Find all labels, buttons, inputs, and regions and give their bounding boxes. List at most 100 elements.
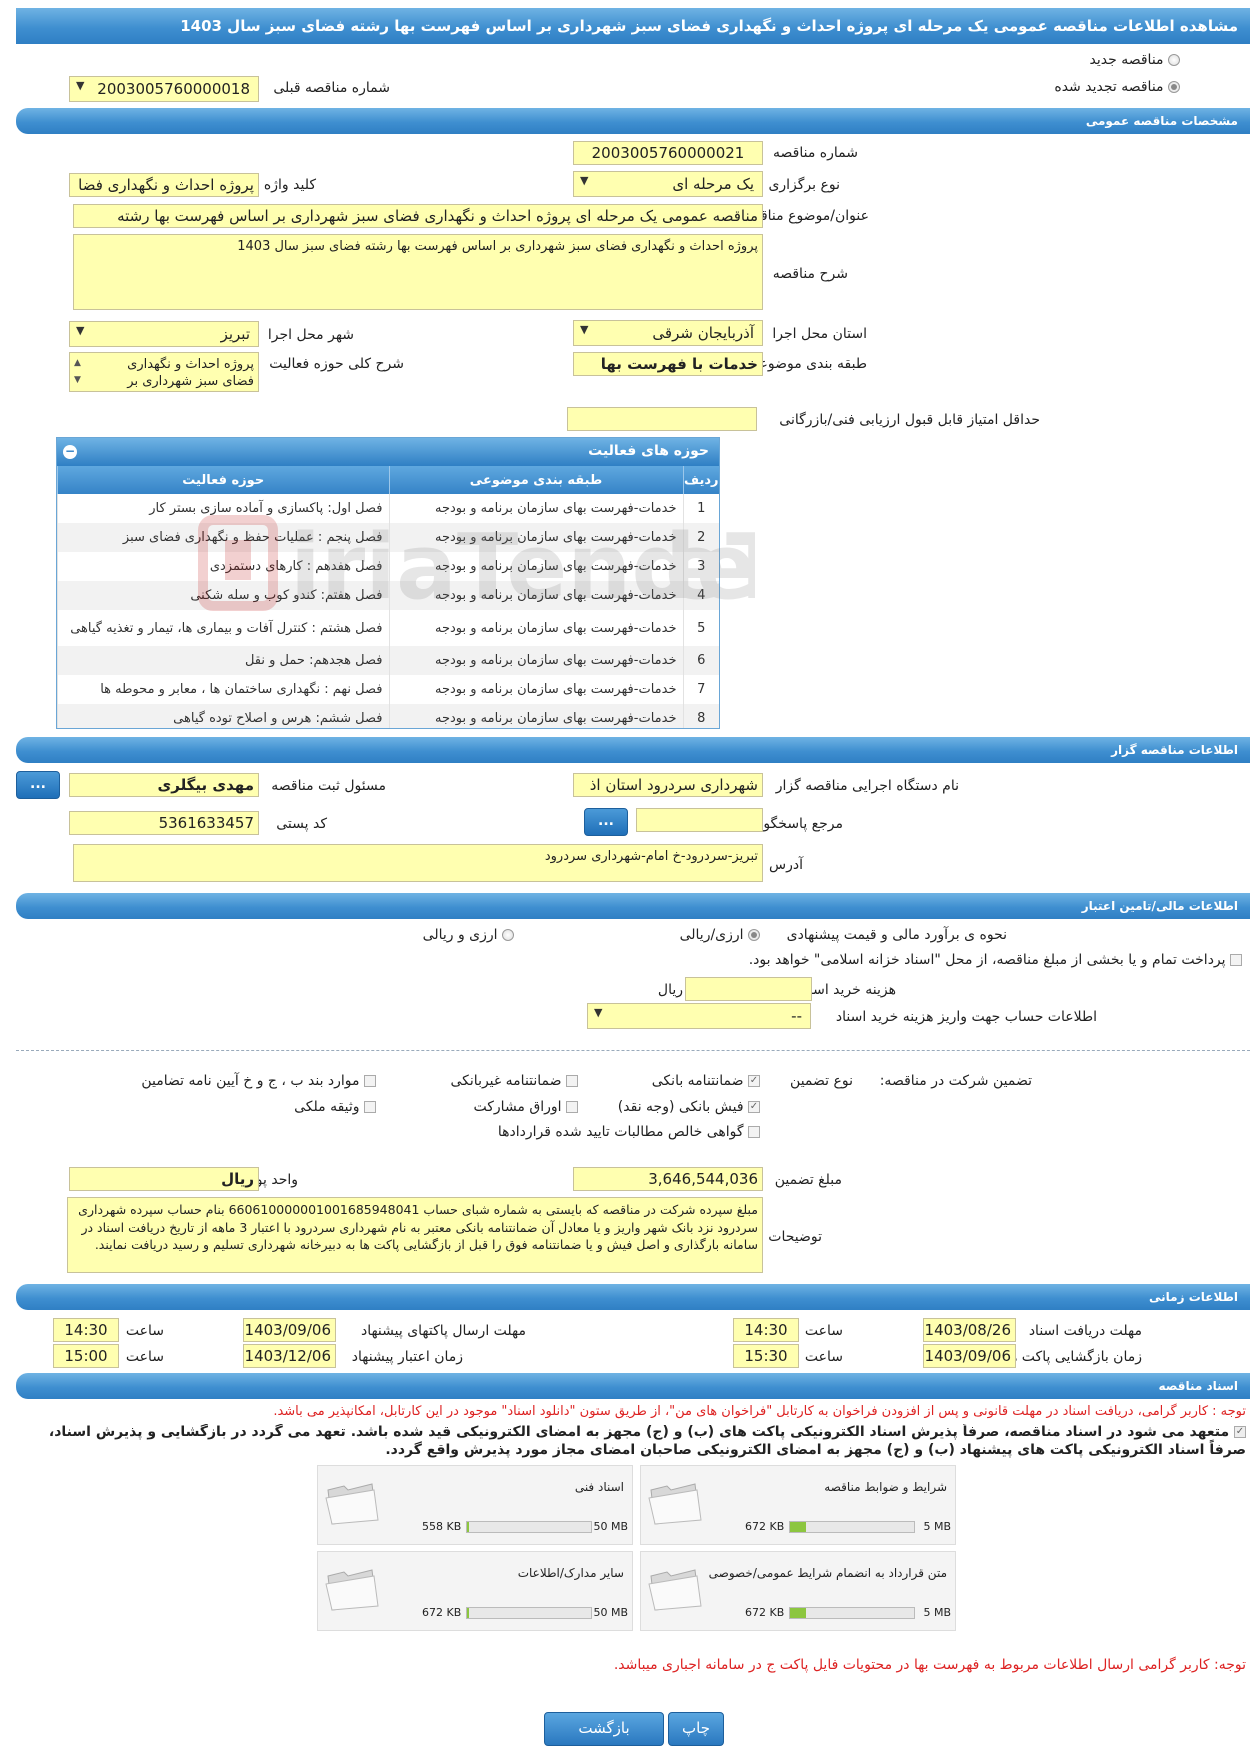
guarantee-bonds-checkbox[interactable] (566, 1101, 578, 1113)
section-timing: اطلاعات زمانی (16, 1284, 1250, 1310)
document-size-fill (790, 1522, 807, 1532)
guarantee-property: وثیقه ملکی (294, 1099, 376, 1115)
renewed-tender-radio[interactable] (1168, 81, 1180, 93)
price-list-note: توجه: کاربر گرامی ارسال اطلاعات مربوط به… (613, 1657, 1246, 1673)
activity-desc-label: شرح کلی حوزه فعالیت (269, 356, 404, 372)
chevron-down-icon: ▼ (76, 324, 85, 337)
estimate-radio-1[interactable] (748, 929, 760, 941)
description-label: شرح مناقصه (772, 266, 848, 282)
estimate-option-2-label: ارزی و ریالی (422, 927, 498, 943)
document-name: شرایط و ضوابط مناقصه (824, 1480, 947, 1494)
document-card[interactable]: سایر مدارک/اطلاعات 672 KB 50 MB (317, 1551, 633, 1631)
row-number: 6 (682, 646, 719, 675)
back-button[interactable]: بازگشت (544, 1712, 664, 1746)
print-button[interactable]: چاپ (668, 1712, 724, 1746)
address-field[interactable]: تبریز-سردرود-خ امام-شهرداری سردرود (73, 844, 763, 882)
org-field: شهرداری سردرود استان اذ (573, 773, 763, 797)
section-financial: اطلاعات مالی/تامین اعتبار (16, 893, 1250, 919)
account-select[interactable]: ▼ -- (587, 1003, 811, 1029)
document-card[interactable]: شرایط و ضوابط مناقصه 672 KB 5 MB (640, 1465, 956, 1545)
guarantee-cash-checkbox[interactable]: ✓ (748, 1101, 760, 1113)
col-row-number: ردیف (682, 466, 719, 494)
org-label: نام دستگاه اجرایی مناقصه گزار (775, 778, 959, 794)
estimate-option-1-label: ارزی/ریالی (679, 927, 744, 943)
scroll-arrows-icon[interactable]: ▲ ▼ (74, 355, 81, 389)
doc-cost-label: هزینه خرید اسناد (798, 982, 896, 998)
open-time: 15:30 (733, 1344, 799, 1368)
min-score-field[interactable] (567, 407, 757, 431)
renewed-tender-option[interactable]: مناقصه تجدید شده (1054, 79, 1180, 95)
holding-type-select[interactable]: ▼ یک مرحله ای (573, 171, 763, 197)
document-max-size: 5 MB (923, 1606, 951, 1619)
valid-date: 1403/12/06 (243, 1344, 336, 1368)
receive-time: 14:30 (733, 1318, 799, 1342)
receive-time-label: ساعت (804, 1323, 843, 1339)
open-label: زمان بازگشایی پاکت ها (1005, 1349, 1142, 1365)
document-card[interactable]: متن قرارداد به انضمام شرایط عمومی/خصوصی 6… (640, 1551, 956, 1631)
submit-date: 1403/09/06 (243, 1318, 336, 1342)
submit-time-label: ساعت (125, 1323, 164, 1339)
row-category: خدمات-فهرست بهای سازمان برنامه و بودجه (388, 704, 683, 728)
officer-lookup-button[interactable]: ... (16, 771, 60, 799)
guarantee-nonbank: ضمانتنامه غیربانکی (451, 1073, 578, 1089)
estimate-option-1[interactable]: ارزی/ریالی (680, 927, 760, 943)
treasury-checkbox[interactable] (1230, 954, 1242, 966)
new-tender-label: مناقصه جدید (1089, 52, 1164, 68)
valid-time: 15:00 (53, 1344, 119, 1368)
document-name: اسناد فنی (574, 1480, 624, 1494)
document-size-bar (789, 1607, 915, 1619)
treasury-option[interactable]: پرداخت تمام و یا بخشی از مبلغ مناقصه، از… (749, 952, 1242, 968)
chevron-down-icon: ▼ (580, 174, 589, 187)
document-card[interactable]: اسناد فنی 558 KB 50 MB (317, 1465, 633, 1545)
divider (16, 1050, 1250, 1051)
ref-field[interactable] (636, 808, 763, 832)
watermark-logo: iriaTender eT (198, 515, 755, 620)
guarantee-bank-checkbox[interactable]: ✓ (748, 1075, 760, 1087)
doc-cost-field[interactable] (685, 977, 812, 1001)
estimate-radio-2[interactable] (502, 929, 514, 941)
col-activity: حوزه فعالیت (57, 466, 389, 494)
description-field[interactable]: پروژه احداث و نگهداری فضای سبز شهرداری ب… (73, 234, 763, 310)
folder-icon (648, 1569, 702, 1611)
estimate-option-2[interactable]: ارزی و ریالی (423, 927, 514, 943)
collapse-icon[interactable]: − (63, 445, 77, 459)
guarantee-claims-checkbox[interactable] (748, 1126, 760, 1138)
document-size: 672 KB (745, 1606, 785, 1619)
activity-desc-field[interactable]: پروژه احداث و نگهداری فضای سبز شهرداری ب… (69, 352, 259, 392)
guarantee-property-checkbox[interactable] (364, 1101, 376, 1113)
new-tender-option[interactable]: مناقصه جدید (1090, 52, 1180, 68)
ref-lookup-button[interactable]: ... (584, 808, 628, 836)
documents-note: توجه : کاربر گرامی، دریافت اسناد در مهلت… (273, 1404, 1246, 1419)
notes-field[interactable]: مبلغ سپرده شرکت در مناقصه که بایستی به ش… (67, 1197, 763, 1273)
amount-label: مبلغ تضمین (774, 1172, 842, 1188)
keyword-field[interactable]: پروژه احداث و نگهداری فضا (69, 173, 259, 197)
subject-field[interactable]: مناقصه عمومی یک مرحله ای پروژه احداث و ن… (73, 204, 763, 228)
receive-label: مهلت دریافت اسناد (1028, 1323, 1142, 1339)
svg-text:eT: eT (665, 515, 755, 620)
city-select[interactable]: ▼ تبریز (69, 321, 259, 347)
new-tender-radio[interactable] (1168, 54, 1180, 66)
valid-label: زمان اعتبار پیشنهاد (351, 1349, 463, 1365)
unit-field: ریال (69, 1167, 259, 1191)
officer-label: مسئول ثبت مناقصه (271, 778, 386, 794)
guarantee-type-label: نوع تضمین (790, 1073, 853, 1089)
commitment-line-2: صرفاً اسناد الکترونیکی پاکت های پیشنهاد … (385, 1442, 1246, 1458)
province-select[interactable]: ▼ آذربایجان شرقی (573, 320, 763, 346)
prev-number-label: شماره مناقصه قبلی (273, 80, 390, 96)
guarantee-clauses-checkbox[interactable] (364, 1075, 376, 1087)
min-score-label: حداقل امتیاز قابل قبول ارزیابی فنی/بازرگ… (779, 412, 1040, 428)
city-label: شهر محل اجرا (267, 327, 354, 343)
guarantee-nonbank-checkbox[interactable] (566, 1075, 578, 1087)
receive-date: 1403/08/26 (923, 1318, 1016, 1342)
commitment-line-1: ✓ متعهد می شود در اسناد مناقصه، صرفاً پذ… (48, 1424, 1246, 1440)
col-category: طبقه بندی موضوعی (388, 466, 683, 494)
commitment-checkbox[interactable]: ✓ (1234, 1426, 1246, 1438)
section-organizer: اطلاعات مناقصه گزار (16, 737, 1250, 763)
activities-grid-header: حوزه های فعالیت − (57, 438, 719, 466)
province-label: استان محل اجرا (772, 326, 867, 342)
row-number: 8 (682, 704, 719, 728)
doc-cost-currency: ریال (657, 982, 683, 998)
notes-label: توضیحات (768, 1229, 822, 1245)
category-field: خدمات با فهرست بها (573, 352, 763, 376)
prev-number-select[interactable]: ▼ 2003005760000018 (69, 76, 259, 102)
